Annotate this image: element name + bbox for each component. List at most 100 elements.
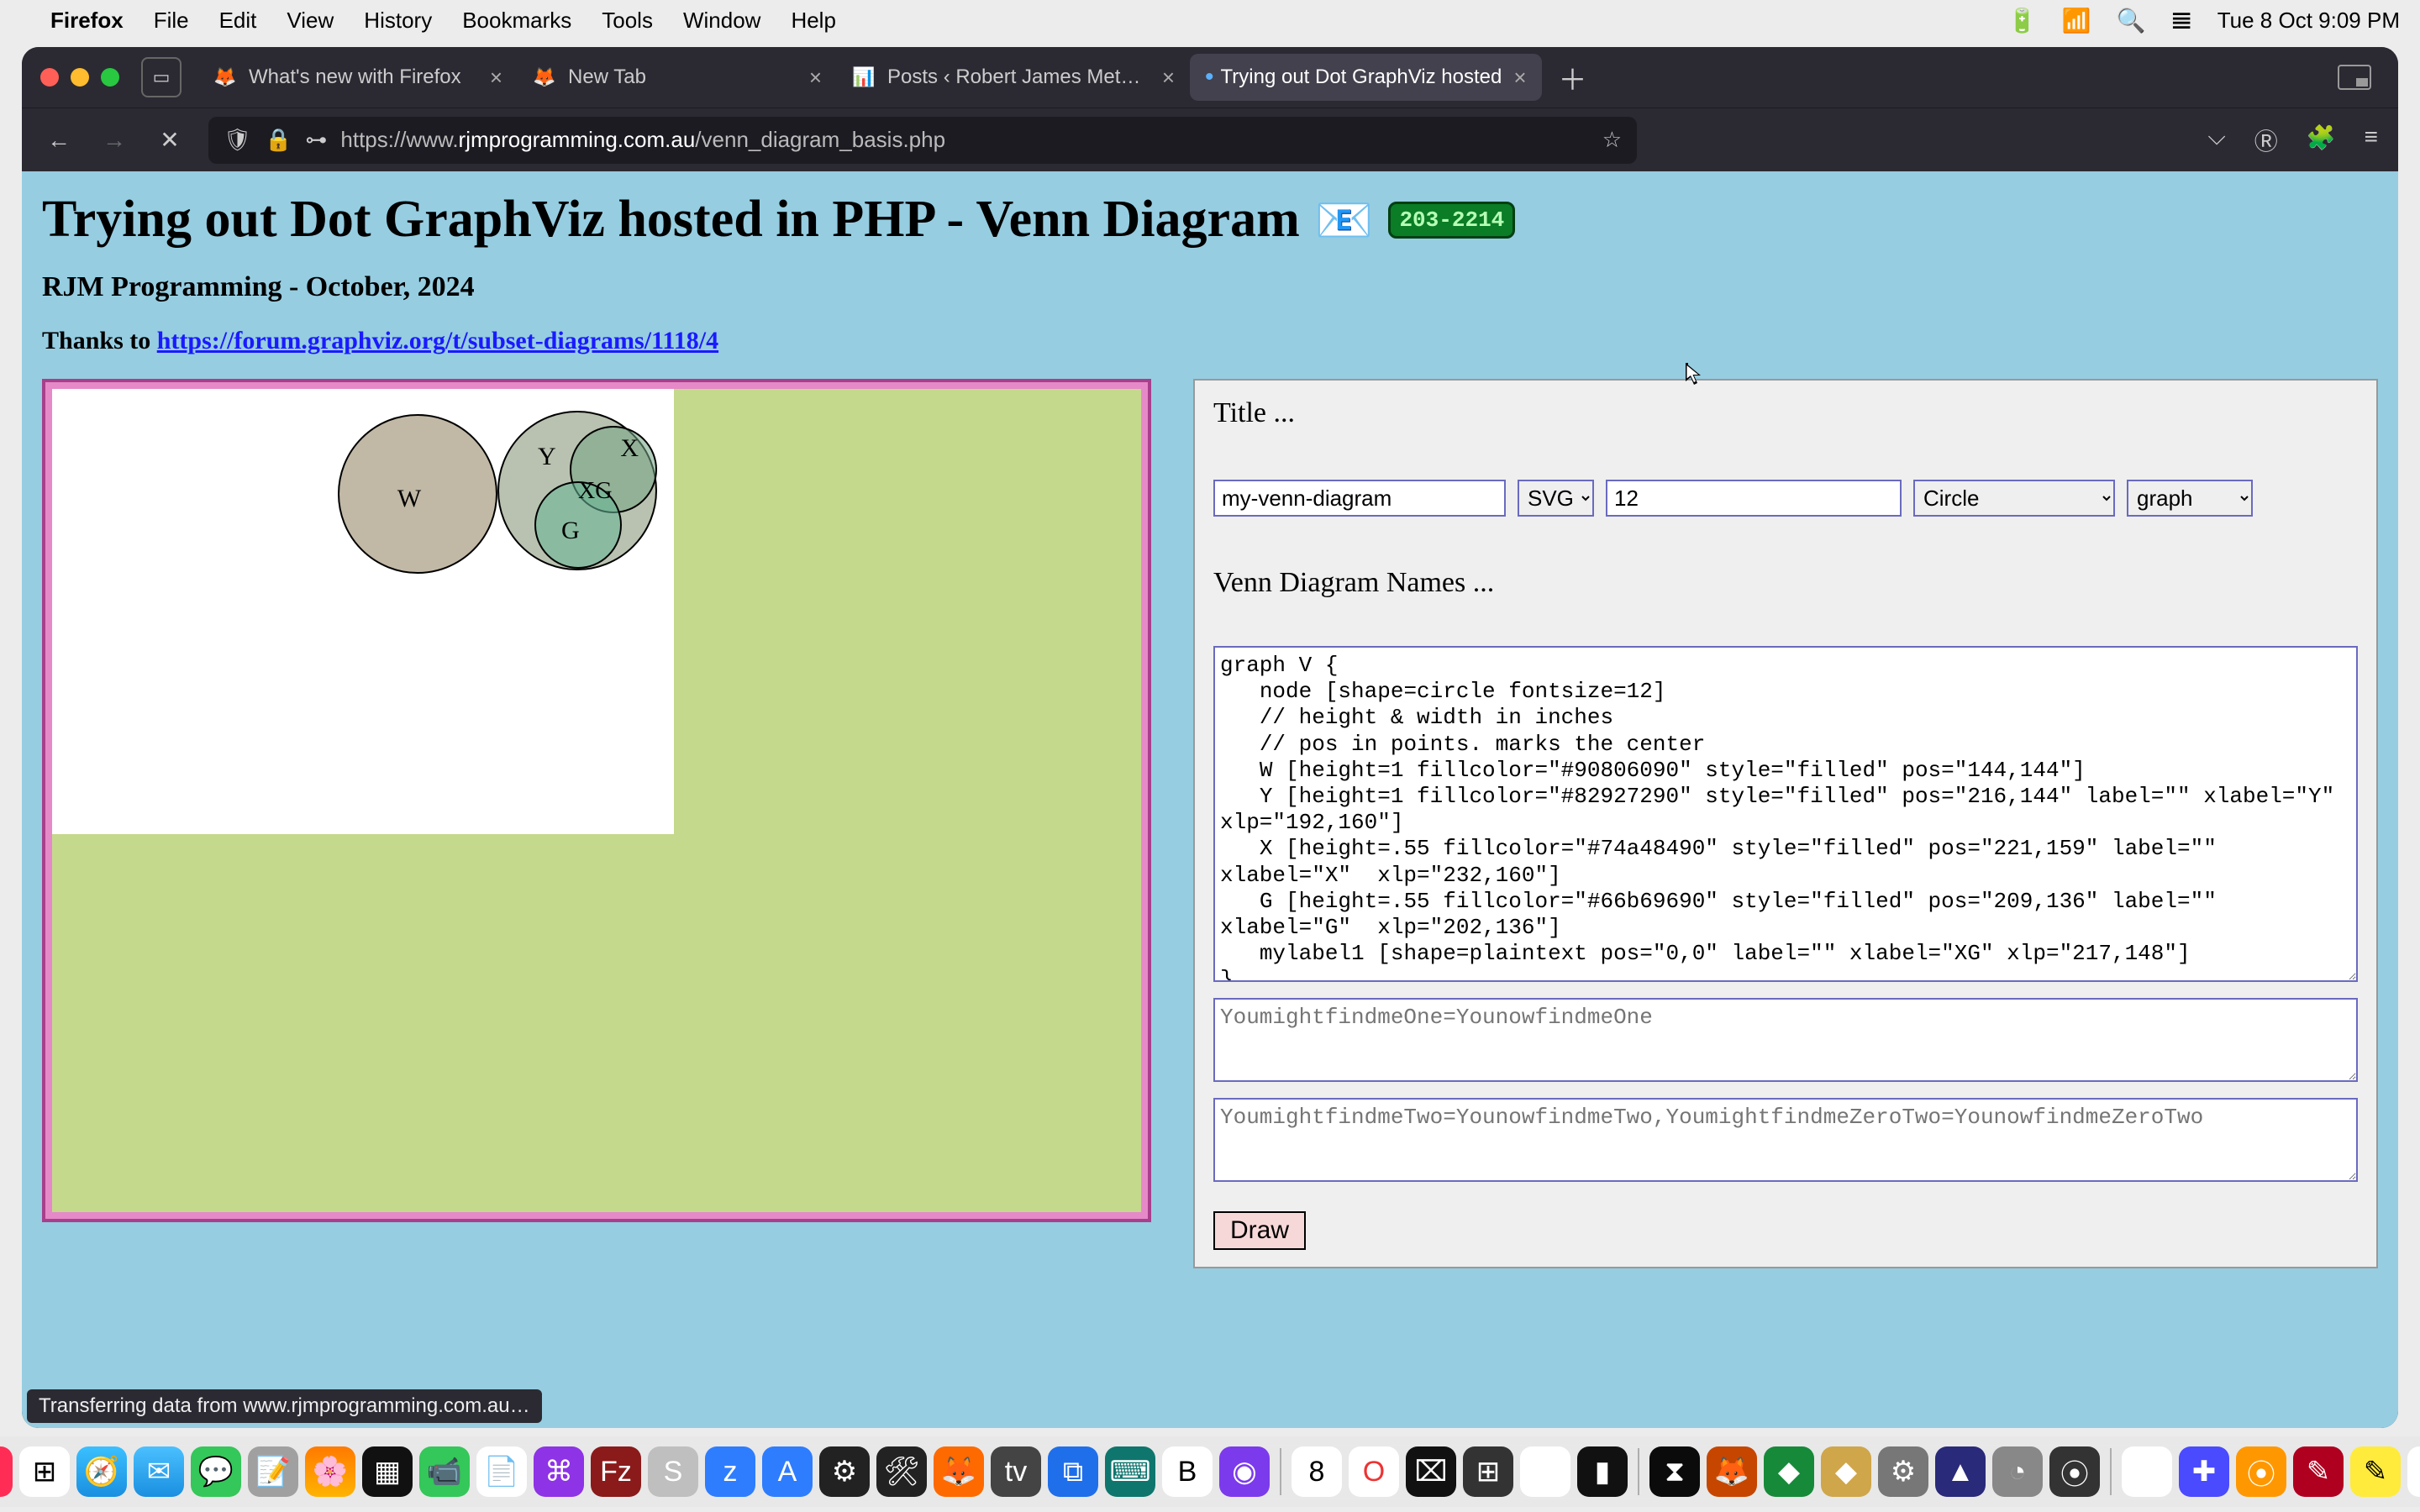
format-select[interactable]: SVG	[1518, 480, 1594, 517]
menu-history[interactable]: History	[364, 8, 432, 34]
dock-textedit-icon[interactable]: 📄	[476, 1446, 527, 1497]
chip-badge[interactable]: 203-2214	[1388, 202, 1515, 239]
thanks-link[interactable]: https://forum.graphviz.org/t/subset-diag…	[157, 327, 718, 354]
dock-mail-icon[interactable]: ✉︎	[134, 1446, 184, 1497]
dock-gimp-icon[interactable]: 🦊	[1707, 1446, 1757, 1497]
close-tab-icon[interactable]: ×	[490, 65, 502, 91]
draw-button[interactable]: Draw	[1213, 1211, 1306, 1250]
dock-podcast-icon[interactable]: ⌘	[534, 1446, 584, 1497]
dock-app-gold-icon[interactable]: ◆	[1821, 1446, 1871, 1497]
close-tab-icon[interactable]: ×	[809, 65, 822, 91]
menu-tools[interactable]: Tools	[602, 8, 653, 34]
dock-calendar-icon[interactable]: 8	[1292, 1446, 1342, 1497]
page-subtitle: RJM Programming - October, 2024	[42, 271, 2378, 303]
tab-graphviz[interactable]: • Trying out Dot GraphViz hosted ×	[1190, 54, 1542, 101]
thanks-line: Thanks to https://forum.graphviz.org/t/s…	[42, 327, 2378, 355]
replace-two-textarea[interactable]	[1213, 1098, 2358, 1182]
permissions-icon[interactable]: ⊶	[305, 127, 327, 153]
loading-dot-icon: •	[1205, 63, 1214, 92]
replace-one-textarea[interactable]	[1213, 998, 2358, 1082]
dock-opera-icon[interactable]: O	[1349, 1446, 1399, 1497]
dock-app-gray-icon[interactable]: ⚙︎	[1878, 1446, 1928, 1497]
dock-messages-icon[interactable]: 💬1	[191, 1446, 241, 1497]
dock-app-green-icon[interactable]: ◆	[1764, 1446, 1814, 1497]
menubar-clock[interactable]: Tue 8 Oct 9:09 PM	[2217, 8, 2400, 34]
menu-file[interactable]: File	[154, 8, 189, 34]
dock-unity-icon[interactable]: ⧗	[1649, 1446, 1700, 1497]
picture-in-picture-icon[interactable]	[2338, 65, 2371, 90]
pocket-icon[interactable]: ⌵	[2208, 123, 2226, 157]
tab-new-tab[interactable]: 🦊 New Tab ×	[518, 54, 837, 101]
dock-music-icon[interactable]: ♪	[0, 1446, 13, 1497]
dock-preview-icon[interactable]: 🖼	[2122, 1446, 2172, 1497]
dock-tools-icon[interactable]: 🛠	[876, 1446, 927, 1497]
dock-stickies-icon[interactable]: ✎	[2350, 1446, 2401, 1497]
close-tab-icon[interactable]: ×	[1513, 65, 1526, 91]
dock-app-dark-icon[interactable]: ⦿	[2049, 1446, 2100, 1497]
dock-firefox-icon[interactable]: 🦊	[934, 1446, 984, 1497]
diagram-name-input[interactable]	[1213, 480, 1506, 517]
firefox-window: 🦊 What's new with Firefox × 🦊 New Tab × …	[22, 47, 2398, 1428]
extensions-icon[interactable]: 🧩	[2307, 123, 2336, 157]
dock-calculator-icon[interactable]: ⊞	[1463, 1446, 1513, 1497]
back-button[interactable]: ←	[42, 127, 76, 154]
dock-app-icon[interactable]: ▦	[362, 1446, 413, 1497]
dock-terminal2-icon[interactable]: ⌨︎	[1105, 1446, 1155, 1497]
forward-button[interactable]: →	[97, 127, 131, 154]
graph-type-select[interactable]: graph	[2127, 480, 2253, 517]
menu-edit[interactable]: Edit	[219, 8, 257, 34]
dock-terminal-icon[interactable]: ⌧	[1406, 1446, 1456, 1497]
venn-label-x: X	[620, 434, 639, 463]
menu-view[interactable]: View	[287, 8, 334, 34]
dock-appletv-icon[interactable]: tv	[991, 1446, 1041, 1497]
stop-button[interactable]: ✕	[153, 126, 187, 154]
shape-select[interactable]: Circle	[1913, 480, 2115, 517]
dock-shortcut-icon[interactable]: S	[648, 1446, 698, 1497]
dot-code-textarea[interactable]: graph V { node [shape=circle fontsize=12…	[1213, 646, 2358, 982]
close-window-button[interactable]	[40, 68, 59, 87]
dock-pages-icon[interactable]: ✉︎	[2407, 1446, 2420, 1497]
zoom-window-button[interactable]	[101, 68, 119, 87]
dock-iterm-icon[interactable]: ▮	[1577, 1446, 1628, 1497]
dock-chrome-icon[interactable]: ◉	[1520, 1446, 1570, 1497]
dock-zoom-icon[interactable]: z	[705, 1446, 755, 1497]
dock-brackets-icon[interactable]: B	[1162, 1446, 1213, 1497]
dock-notes-icon[interactable]: 📝	[248, 1446, 298, 1497]
dock-appstore-icon[interactable]: A	[762, 1446, 813, 1497]
url-bar[interactable]: 🛡 🔒 ⊶ https://www.rjmprogramming.com.au/…	[208, 117, 1637, 164]
menu-window[interactable]: Window	[683, 8, 760, 34]
dock-settings-icon[interactable]: ⚙︎	[819, 1446, 870, 1497]
dock-podcasts-icon[interactable]: ◉	[1219, 1446, 1270, 1497]
dock-app-red-icon[interactable]: ✎	[2293, 1446, 2344, 1497]
dock-facetime-icon[interactable]: 📹1	[419, 1446, 470, 1497]
dock-app-blue-icon[interactable]: ✚	[2179, 1446, 2229, 1497]
bookmark-star-icon[interactable]: ☆	[1602, 127, 1622, 153]
dock-vscode-icon[interactable]: ⧉	[1048, 1446, 1098, 1497]
tab-posts[interactable]: 📊 Posts ‹ Robert James Metcalfe B ×	[837, 54, 1190, 101]
shield-icon[interactable]: 🛡	[224, 127, 251, 153]
dock-photos-icon[interactable]: 🌸	[305, 1446, 355, 1497]
dock-launchpad-icon[interactable]: ⊞	[19, 1446, 70, 1497]
new-tab-button[interactable]: ＋	[1542, 57, 1604, 98]
app-menu-icon[interactable]: ≡	[2365, 123, 2378, 157]
menu-bookmarks[interactable]: Bookmarks	[462, 8, 571, 34]
lock-icon[interactable]: 🔒	[265, 127, 292, 153]
spotlight-icon[interactable]: 🔍	[2117, 7, 2146, 34]
tab-overview-button[interactable]	[141, 57, 182, 97]
fontsize-input[interactable]	[1606, 480, 1902, 517]
close-tab-icon[interactable]: ×	[1162, 65, 1175, 91]
menu-help[interactable]: Help	[791, 8, 835, 34]
minimize-window-button[interactable]	[71, 68, 89, 87]
dock-app-orange-icon[interactable]: ⦿	[2236, 1446, 2286, 1497]
mail-emoji-icon[interactable]: 📧	[1315, 192, 1374, 248]
dock-safari-icon[interactable]: 🧭	[76, 1446, 127, 1497]
dock-app-dial-icon[interactable]: ◔	[1992, 1446, 2043, 1497]
battery-icon[interactable]: 🔋	[2007, 7, 2037, 34]
account-icon[interactable]: Ⓡ	[2254, 123, 2278, 157]
dock-filezilla-icon[interactable]: Fz	[591, 1446, 641, 1497]
tab-whats-new[interactable]: 🦊 What's new with Firefox ×	[198, 54, 518, 101]
dock-app-a-icon[interactable]: ▲	[1935, 1446, 1986, 1497]
control-center-icon[interactable]: 𝌆	[2171, 7, 2192, 34]
wifi-icon[interactable]: 📶	[2062, 7, 2091, 34]
app-name[interactable]: Firefox	[50, 8, 124, 34]
